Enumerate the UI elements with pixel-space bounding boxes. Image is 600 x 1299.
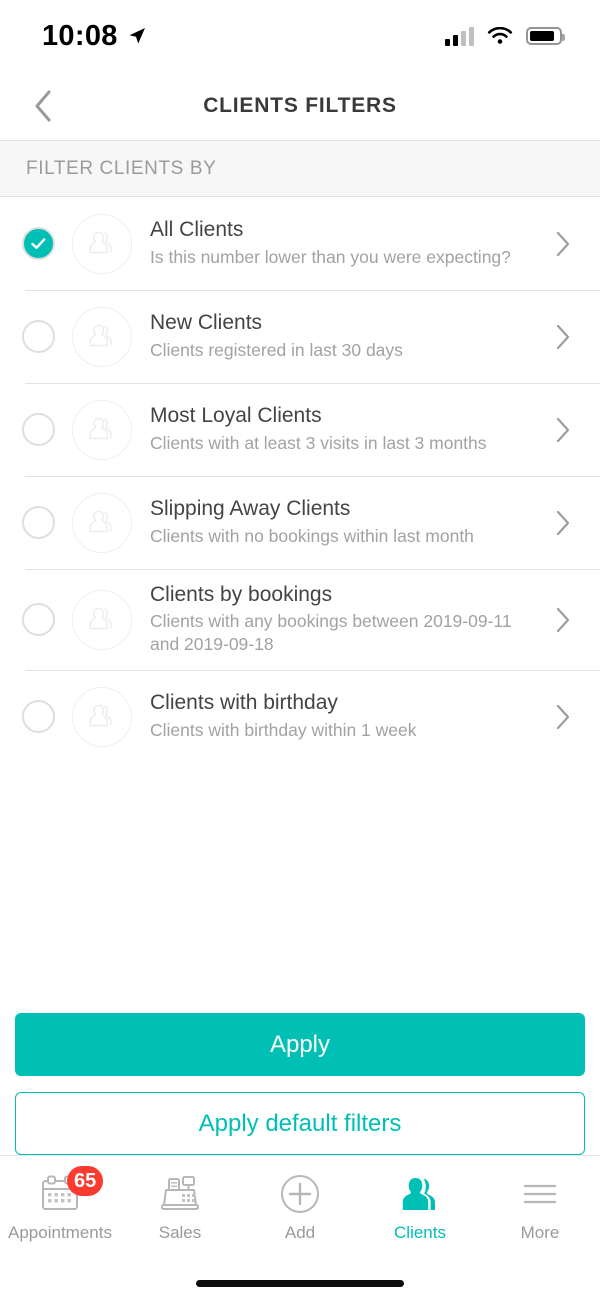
filter-title: New Clients bbox=[150, 311, 263, 335]
filter-disclosure[interactable] bbox=[552, 324, 574, 350]
filter-title: All Clients bbox=[150, 218, 244, 242]
tab-add[interactable]: Add bbox=[240, 1170, 360, 1243]
bottom-tab-bar: 65 Appointments Sales Add Clients More bbox=[0, 1155, 600, 1299]
calendar-icon: 65 bbox=[39, 1166, 104, 1218]
filter-row[interactable]: Clients with birthday Clients with birthd… bbox=[0, 670, 600, 763]
tab-label: More bbox=[520, 1223, 560, 1242]
filter-subtitle: Is this number lower than you were expec… bbox=[150, 246, 511, 267]
tab-label: Appointments bbox=[8, 1223, 112, 1242]
filter-disclosure[interactable] bbox=[552, 704, 574, 730]
filter-checkbox[interactable] bbox=[22, 227, 55, 260]
cellular-signal-icon bbox=[445, 26, 474, 46]
wifi-icon bbox=[487, 26, 513, 44]
tab-appointments[interactable]: 65 Appointments bbox=[0, 1166, 120, 1243]
filter-text: All Clients Is this number lower than you… bbox=[150, 218, 552, 269]
cash-register-icon bbox=[161, 1176, 199, 1210]
filter-subtitle: Clients with birthday within 1 week bbox=[150, 719, 417, 740]
people-icon bbox=[402, 1178, 435, 1210]
filter-title: Most Loyal Clients bbox=[150, 404, 322, 428]
chevron-right-icon bbox=[556, 417, 570, 442]
filter-avatar bbox=[72, 492, 132, 553]
battery-icon bbox=[526, 27, 565, 45]
home-indicator bbox=[196, 1280, 404, 1287]
tab-label: Add bbox=[284, 1223, 316, 1242]
location-arrow-icon bbox=[129, 28, 145, 44]
filter-text: Clients by bookings Clients with any book… bbox=[150, 583, 552, 657]
status-icons bbox=[445, 26, 565, 46]
filter-subtitle: Clients registered in last 30 days bbox=[150, 339, 403, 360]
checkmark-icon bbox=[31, 238, 46, 249]
tab-label: Sales bbox=[158, 1223, 202, 1242]
filter-checkbox[interactable] bbox=[22, 603, 55, 636]
tab-sales[interactable]: Sales bbox=[120, 1170, 240, 1243]
nav-bar: CLIENTS FILTERS bbox=[0, 72, 600, 141]
filter-text: Slipping Away Clients Clients with no boo… bbox=[150, 497, 552, 548]
chevron-right-icon bbox=[556, 510, 570, 535]
tab-label: Clients bbox=[394, 1223, 446, 1242]
hamburger-menu-icon bbox=[523, 1184, 557, 1204]
action-buttons: Apply Apply default filters bbox=[0, 1013, 600, 1155]
tab-clients[interactable]: Clients bbox=[360, 1170, 480, 1243]
filter-title: Clients with birthday bbox=[150, 691, 338, 715]
section-header-label: FILTER CLIENTS BY bbox=[26, 157, 217, 179]
people-outline-icon bbox=[89, 231, 112, 253]
plus-circle-icon bbox=[281, 1175, 319, 1213]
filter-avatar bbox=[72, 589, 132, 650]
section-header: FILTER CLIENTS BY bbox=[0, 141, 600, 197]
filter-subtitle: Clients with any bookings between 2019-0… bbox=[150, 611, 512, 655]
filter-text: Clients with birthday Clients with birthd… bbox=[150, 691, 552, 742]
cash-register-icon bbox=[159, 1170, 201, 1218]
filter-text: Most Loyal Clients Clients with at least … bbox=[150, 404, 552, 455]
filter-avatar bbox=[72, 306, 132, 367]
chevron-right-icon bbox=[556, 607, 570, 632]
filter-title: Slipping Away Clients bbox=[150, 497, 351, 521]
filter-disclosure[interactable] bbox=[552, 607, 574, 633]
status-time: 10:08 bbox=[42, 19, 118, 52]
filter-checkbox[interactable] bbox=[22, 320, 55, 353]
apply-button[interactable]: Apply bbox=[15, 1013, 585, 1076]
filter-row[interactable]: All Clients Is this number lower than you… bbox=[0, 197, 600, 290]
filter-disclosure[interactable] bbox=[552, 417, 574, 443]
filter-disclosure[interactable] bbox=[552, 510, 574, 536]
filter-title: Clients by bookings bbox=[150, 582, 333, 606]
chevron-right-icon bbox=[556, 231, 570, 256]
back-button[interactable] bbox=[18, 72, 68, 140]
notification-badge: 65 bbox=[67, 1166, 104, 1196]
filter-disclosure[interactable] bbox=[552, 231, 574, 257]
plus-circle-icon bbox=[279, 1170, 321, 1218]
people-outline-icon bbox=[89, 607, 112, 629]
filter-text: New Clients Clients registered in last 30… bbox=[150, 311, 552, 362]
filter-checkbox[interactable] bbox=[22, 506, 55, 539]
app-screen: 10:08 CLIENTS FILTERS FILTER CLIENTS BY … bbox=[0, 0, 600, 1299]
filter-checkbox[interactable] bbox=[22, 413, 55, 446]
tab-more[interactable]: More bbox=[480, 1170, 600, 1243]
filter-row[interactable]: Slipping Away Clients Clients with no boo… bbox=[0, 476, 600, 569]
hamburger-menu-icon bbox=[519, 1170, 561, 1218]
filter-row[interactable]: Most Loyal Clients Clients with at least … bbox=[0, 383, 600, 476]
apply-default-filters-button[interactable]: Apply default filters bbox=[15, 1092, 585, 1155]
filter-row[interactable]: Clients by bookings Clients with any book… bbox=[0, 569, 600, 670]
people-outline-icon bbox=[89, 417, 112, 439]
filter-avatar bbox=[72, 686, 132, 747]
chevron-right-icon bbox=[556, 704, 570, 729]
people-outline-icon bbox=[89, 510, 112, 532]
status-bar: 10:08 bbox=[0, 0, 600, 72]
filter-list: All Clients Is this number lower than you… bbox=[0, 197, 600, 763]
chevron-right-icon bbox=[556, 324, 570, 349]
people-icon bbox=[399, 1170, 441, 1218]
status-time-group: 10:08 bbox=[42, 20, 147, 53]
filter-subtitle: Clients with no bookings within last mon… bbox=[150, 525, 474, 546]
filter-checkbox[interactable] bbox=[22, 700, 55, 733]
filter-avatar bbox=[72, 213, 132, 274]
filter-subtitle: Clients with at least 3 visits in last 3… bbox=[150, 432, 487, 453]
filter-row[interactable]: New Clients Clients registered in last 30… bbox=[0, 290, 600, 383]
people-outline-icon bbox=[89, 704, 112, 726]
page-title: CLIENTS FILTERS bbox=[203, 94, 397, 117]
filter-avatar bbox=[72, 399, 132, 460]
chevron-left-icon bbox=[35, 90, 51, 122]
people-outline-icon bbox=[89, 324, 112, 346]
